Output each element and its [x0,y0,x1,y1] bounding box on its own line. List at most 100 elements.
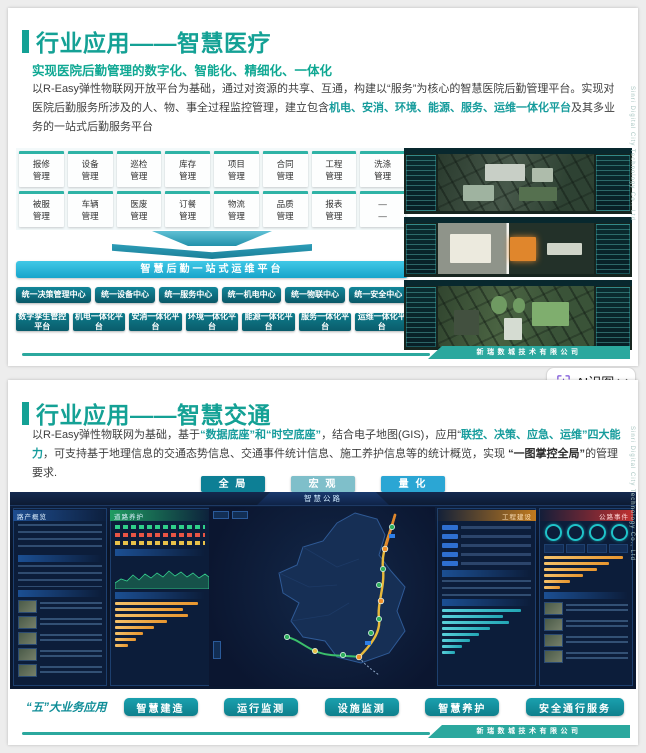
unified-center-button: 统一服务中心 [158,287,218,303]
module-line1: 品质 [276,199,294,210]
module-line1: 被服 [32,199,50,210]
slide2-title: 行业应用——智慧交通 [36,402,271,428]
healthcare-architecture: 报修 管理 设备 管理 巡检 管理 库存 管理 项目 管理 合同 管理 工程 管… [16,148,409,331]
module-line2: 管理 [32,210,50,221]
business-applications-row: “五”大业务应用 智慧建造 运行监测 设施监测 智慧养护 安全通行服务 [26,698,624,716]
dashboard-title: 智慧公路 [257,492,389,505]
business-button: 设施监测 [324,698,399,716]
module-card: 物流 管理 [214,191,259,227]
map-layer-chip [213,511,229,519]
body-segment: 以R-Easy弹性物联网为基础，基于 [32,429,201,441]
hospital-dashboard-screenshot-2 [404,217,632,277]
module-line1: 医废 [130,199,148,210]
module-line2: 管理 [325,210,343,221]
slide1-subtitle: 实现医院后勤管理的数字化、智能化、精细化、一体化 [32,64,333,78]
traffic-area-chart [115,570,209,589]
side-company-text: Sinri Digital City Technology Co., Ltd [629,426,635,561]
map-zoom-control [213,641,221,659]
panel-title: 路产概览 [17,513,47,521]
module-card: 品质 管理 [262,191,308,227]
module-line2: 管理 [32,170,50,181]
module-line1: 设备 [81,159,99,170]
dashboard-events-panel: 公路事件 [539,508,633,686]
module-line1: 订餐 [179,199,197,210]
module-line2: 管理 [325,170,343,181]
module-line1: 合同 [276,159,294,170]
body-segment: ，结合电子地图(GIS)，应用“ [321,429,462,441]
unified-center-button: 统一决策管理中心 [16,287,92,303]
module-card: 洗涤 管理 [360,151,405,187]
slide1-body: 以R-Easy弹性物联网开放平台为基础，通过对资源的共享、互通，构建以“服务”为… [32,80,624,137]
platform-button: 服务一体化平台 [298,312,352,331]
module-line1: 洗涤 [374,159,392,170]
module-line1: 车辆 [81,199,99,210]
body-bold: “一图掌控全局” [508,447,586,460]
slide2-title-row: 行业应用——智慧交通 [22,396,271,430]
company-name: 新瑞数城技术有限公司 [428,725,630,738]
module-card: 巡检 管理 [116,151,162,187]
module-line1: 工程 [325,159,343,170]
module-card: 合同 管理 [262,151,308,187]
hospital-dashboard-screenshot-1 [404,148,632,214]
platform-button: 能源一体化平台 [242,312,295,331]
module-card: — — [360,191,405,227]
module-line2: 管理 [276,210,294,221]
slide-smart-healthcare: 行业应用——智慧医疗 实现医院后勤管理的数字化、智能化、精细化、一体化 以R-E… [8,8,638,366]
module-line2: — [378,210,387,221]
hospital-screenshots [404,148,632,353]
event-gauges [542,524,630,541]
platform-button: 安消一体化平台 [129,312,182,331]
footer-rule [22,732,430,735]
module-grid: 报修 管理 设备 管理 巡检 管理 库存 管理 项目 管理 合同 管理 工程 管… [16,148,408,230]
module-line2: 管理 [227,170,245,181]
panel-title: 公路事件 [599,513,629,521]
body-segment: ，可支持基于地理信息的交通态势信息、交通事件统计信息、施工养护信息等的统计概览，… [43,447,509,460]
page: 行业应用——智慧医疗 实现医院后勤管理的数字化、智能化、精细化、一体化 以R-E… [0,0,646,753]
dashboard-maintenance-panel: 道路养护 [110,508,210,686]
company-name: 新瑞数城技术有限公司 [428,346,630,359]
unified-center-button: 统一物联中心 [285,287,345,303]
module-line2: 管理 [130,210,148,221]
view-button-global: 全 局 [201,476,265,492]
module-card: 工程 管理 [311,151,357,187]
module-line1: 项目 [227,159,245,170]
view-mode-buttons: 全 局 宏 观 量 化 [8,476,638,492]
unified-center-button: 统一设备中心 [95,287,155,303]
platform-button: 数字孪生管控平台 [16,312,69,331]
maintenance-bars [113,602,207,647]
funnel-arrow [16,231,408,259]
business-buttons: 智慧建造 运行监测 设施监测 智慧养护 安全通行服务 [123,698,624,716]
platform-button: 环境一体化平台 [185,312,239,331]
platforms-row: 数字孪生管控平台 机电一体化平台 安消一体化平台 环境一体化平台 能源一体化平台 服务一体… [16,312,409,331]
module-line2: 管理 [276,170,294,181]
slide1-title: 行业应用——智慧医疗 [36,30,271,56]
module-line2: 管理 [130,170,148,181]
footer-rule [22,353,430,356]
event-bars [542,556,630,589]
side-company-text: Sinri Digital City Technology Co., Ltd [629,86,635,221]
view-button-macro: 宏 观 [291,476,355,492]
module-card: 报修 管理 [19,151,64,187]
module-line2: 管理 [227,210,245,221]
hospital-dashboard-screenshot-3 [404,280,632,350]
module-card: 被服 管理 [19,191,64,227]
module-line1: 物流 [227,199,245,210]
body-highlight: “数据底座”和“时空底座” [200,429,322,441]
dashboard-left-panel: 路产概览 [13,508,107,686]
business-button: 运行监测 [224,698,299,716]
body-highlight: 机电、安消、环境、能源、服务、运维一体化平台 [329,101,571,114]
business-button: 智慧建造 [123,698,198,716]
unified-centers-row: 统一决策管理中心 统一设备中心 统一服务中心 统一机电中心 统一物联中心 统一安全中心 [16,287,408,303]
panel-title: 道路养护 [114,513,144,521]
module-line2: 管理 [179,170,197,181]
module-card: 报表 管理 [311,191,357,227]
slide1-title-row: 行业应用——智慧医疗 [22,24,271,58]
title-accent-bar [22,29,29,53]
business-button: 安全通行服务 [526,698,624,716]
module-card: 订餐 管理 [165,191,210,227]
module-card: 设备 管理 [67,151,113,187]
module-line1: 库存 [179,159,197,170]
safety-bars [440,609,533,654]
business-button: 智慧养护 [425,698,500,716]
platform-button: 机电一体化平台 [72,312,126,331]
